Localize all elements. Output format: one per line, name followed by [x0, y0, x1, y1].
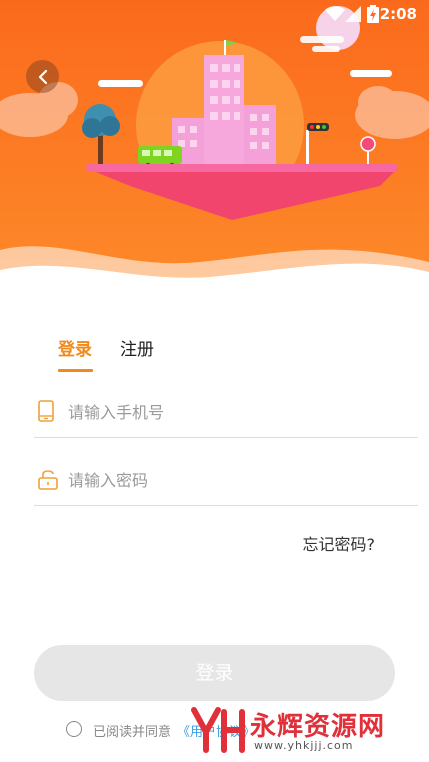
phone-input[interactable] [68, 398, 408, 426]
watermark-logo-icon [191, 707, 245, 753]
wifi-icon [325, 6, 345, 21]
back-button[interactable] [26, 60, 59, 93]
status-time: 2:08 [379, 5, 417, 23]
header-illustration [0, 0, 429, 290]
phone-icon [38, 400, 54, 422]
login-button[interactable]: 登录 [34, 645, 395, 701]
password-field [34, 458, 418, 506]
signal-icon [345, 6, 361, 22]
tab-register[interactable]: 注册 [120, 335, 154, 360]
watermark-title: 永辉资源网 [250, 712, 386, 742]
phone-field [34, 390, 418, 438]
status-bar: 2:08 [0, 0, 429, 30]
forgot-password-link[interactable]: 忘记密码? [303, 531, 376, 555]
tab-login[interactable]: 登录 [58, 335, 92, 360]
active-tab-indicator [58, 369, 93, 372]
watermark: 永辉资源网 www.yhkjjj.com [188, 706, 424, 754]
lock-icon [38, 470, 58, 490]
battery-charging-icon [367, 5, 379, 23]
watermark-url: www.yhkjjj.com [254, 739, 354, 752]
agreement-text: 已阅读并同意 [93, 725, 172, 740]
floating-city-island-illustration [0, 0, 429, 290]
password-input[interactable] [68, 466, 408, 494]
chevron-left-icon [38, 69, 47, 84]
agreement-checkbox[interactable] [66, 721, 82, 737]
